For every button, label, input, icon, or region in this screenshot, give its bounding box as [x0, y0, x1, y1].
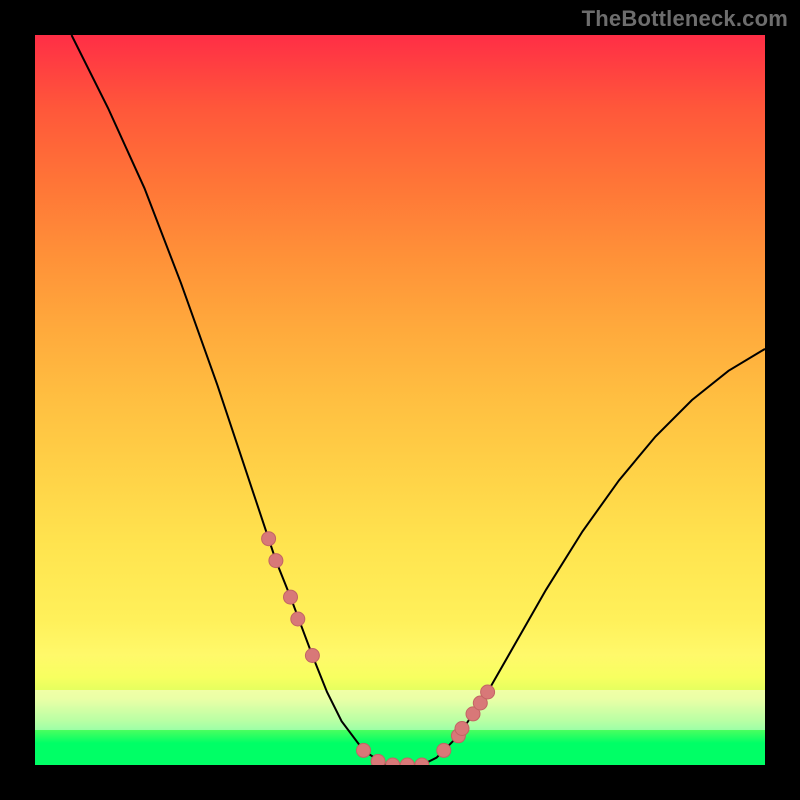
highlight-marker — [269, 554, 283, 568]
highlight-markers — [262, 532, 495, 765]
highlight-marker — [262, 532, 276, 546]
highlight-marker — [400, 758, 414, 765]
highlight-marker — [357, 743, 371, 757]
highlight-marker — [284, 590, 298, 604]
highlight-marker — [371, 754, 385, 765]
watermark-text: TheBottleneck.com — [582, 6, 788, 32]
highlight-marker — [291, 612, 305, 626]
chart-svg — [35, 35, 765, 765]
ideal-zone-band — [35, 690, 765, 730]
plot-area — [35, 35, 765, 765]
highlight-marker — [415, 758, 429, 765]
highlight-marker — [305, 649, 319, 663]
chart-stage: TheBottleneck.com — [0, 0, 800, 800]
bottleneck-curve — [72, 35, 766, 765]
highlight-marker — [451, 729, 465, 743]
highlight-marker — [437, 743, 451, 757]
highlight-marker — [386, 758, 400, 765]
